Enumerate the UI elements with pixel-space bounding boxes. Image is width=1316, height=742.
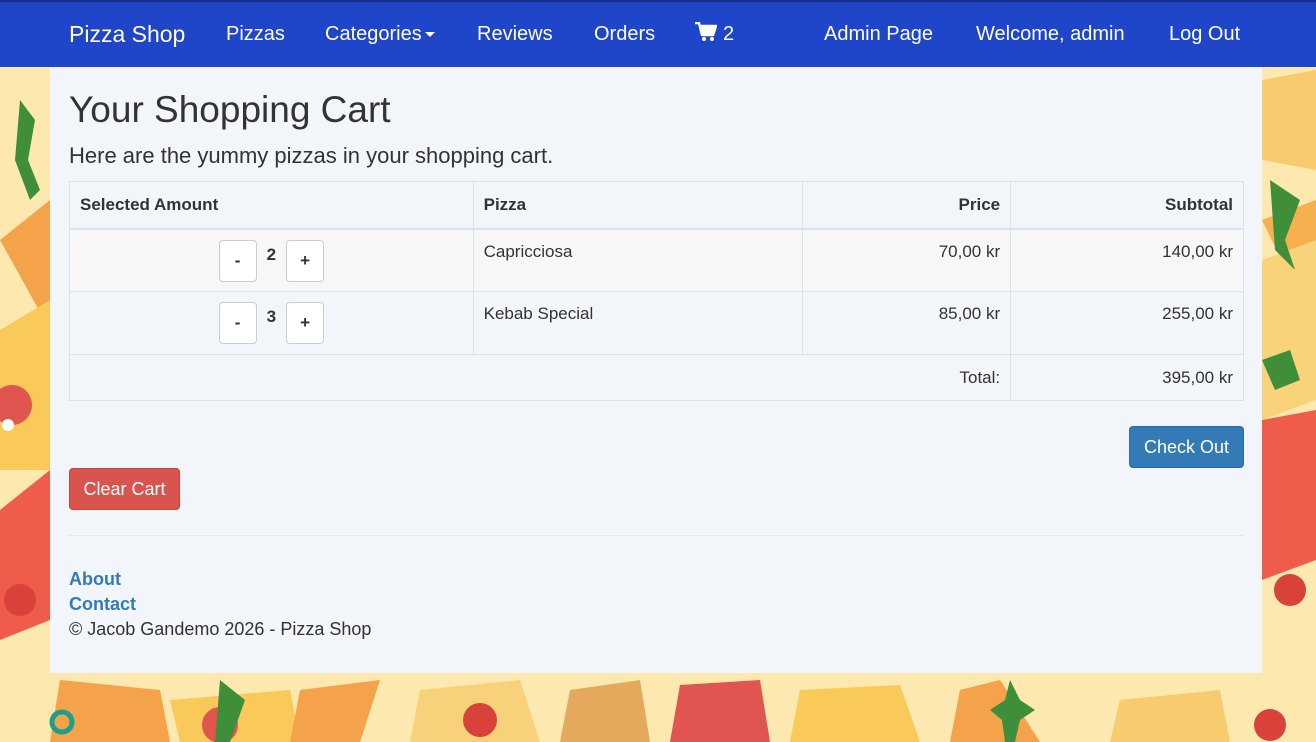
- table-header-row: Selected Amount Pizza Price Subtotal: [69, 181, 1244, 230]
- nav-categories-dropdown[interactable]: Categories: [325, 2, 435, 67]
- amount-cell: - 3 +: [69, 291, 474, 355]
- nav-logout[interactable]: Log Out: [1169, 2, 1240, 67]
- total-row: Total: 395,00 kr: [68, 354, 1244, 401]
- pizza-name: Kebab Special: [472, 291, 804, 355]
- header-pizza: Pizza: [472, 181, 804, 230]
- copyright-text: © Jacob Gandemo 2026 - Pizza Shop: [69, 619, 372, 639]
- nav-welcome[interactable]: Welcome, admin: [976, 2, 1125, 67]
- cart-count: 2: [723, 23, 735, 45]
- nav-admin-page[interactable]: Admin Page: [824, 2, 933, 67]
- shopping-cart-icon: [695, 4, 718, 69]
- increase-quantity-button[interactable]: +: [286, 302, 325, 344]
- footer-divider: [69, 535, 1244, 536]
- nav-cart[interactable]: 2: [695, 2, 734, 67]
- nav-categories-label: Categories: [325, 23, 422, 45]
- pizza-name: Capricciosa: [472, 228, 804, 292]
- table-row: - 3 + Kebab Special 85,00 kr 255,00 kr: [69, 291, 1244, 355]
- footer-about-link[interactable]: About: [69, 569, 121, 590]
- header-subtotal: Subtotal: [1010, 181, 1244, 230]
- page-subtitle: Here are the yummy pizzas in your shoppi…: [69, 143, 554, 168]
- main-panel: Your Shopping Cart Here are the yummy pi…: [50, 67, 1262, 673]
- amount-cell: - 2 +: [69, 228, 474, 292]
- brand-link[interactable]: Pizza Shop: [69, 2, 185, 67]
- nav-reviews[interactable]: Reviews: [477, 2, 553, 67]
- footer-contact-link[interactable]: Contact: [69, 594, 136, 615]
- page-title: Your Shopping Cart: [69, 89, 391, 130]
- quantity-value: 2: [266, 244, 277, 264]
- decrease-quantity-button[interactable]: -: [218, 239, 257, 282]
- pizza-price: 70,00 kr: [802, 228, 1012, 292]
- increase-quantity-button[interactable]: +: [286, 239, 325, 282]
- top-navbar: Pizza Shop Pizzas Categories Reviews Ord…: [0, 0, 1316, 67]
- caret-down-icon: [424, 32, 435, 38]
- checkout-button[interactable]: Check Out: [1129, 426, 1244, 468]
- decrease-quantity-button[interactable]: -: [218, 302, 257, 344]
- total-label: Total:: [68, 354, 1012, 401]
- pizza-subtotal: 255,00 kr: [1010, 291, 1244, 355]
- pizza-subtotal: 140,00 kr: [1010, 228, 1244, 292]
- quantity-value: 3: [266, 307, 277, 326]
- table-row: - 2 + Capricciosa 70,00 kr 140,00 kr: [69, 228, 1244, 292]
- total-value: 395,00 kr: [1010, 354, 1244, 401]
- header-amount: Selected Amount: [69, 181, 474, 230]
- pizza-price: 85,00 kr: [802, 291, 1012, 355]
- nav-pizzas[interactable]: Pizzas: [226, 2, 285, 67]
- clear-cart-button[interactable]: Clear Cart: [69, 468, 180, 510]
- header-price: Price: [802, 181, 1012, 230]
- nav-orders[interactable]: Orders: [594, 2, 655, 67]
- cart-table: Selected Amount Pizza Price Subtotal - 2…: [68, 181, 1244, 401]
